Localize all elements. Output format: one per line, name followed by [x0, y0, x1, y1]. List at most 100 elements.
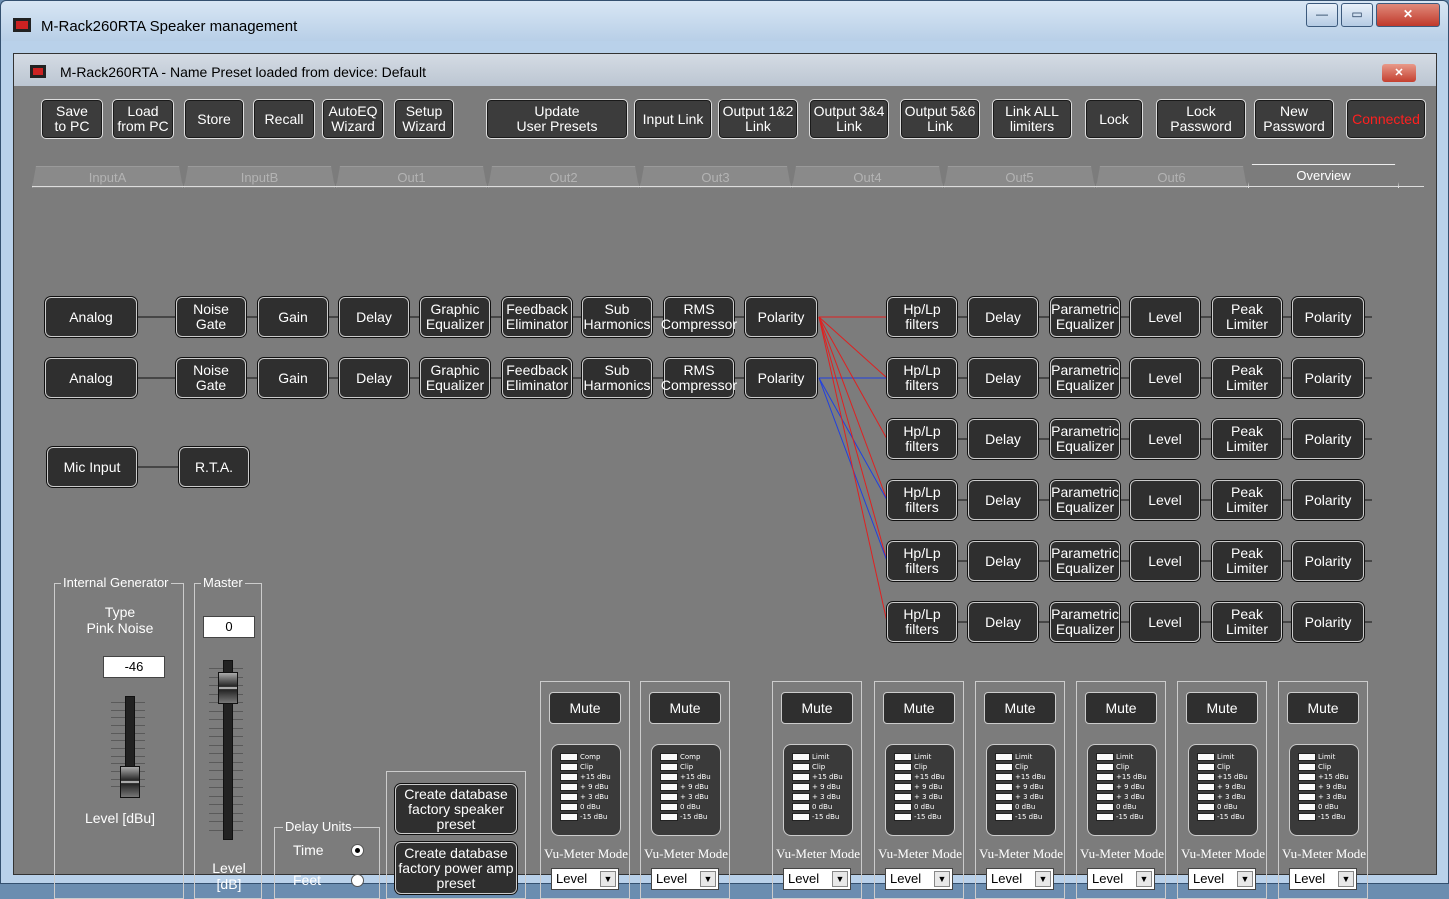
delay-units-time-radio[interactable]: [351, 844, 364, 857]
chevron-down-icon[interactable]: ▼: [1338, 871, 1354, 887]
vu-meter-mode-select[interactable]: Level ▼: [1087, 868, 1155, 890]
minimize-button[interactable]: —: [1306, 3, 1338, 27]
mic-input-source[interactable]: Mic Input: [47, 447, 137, 487]
output-1-block-5[interactable]: Polarity: [1292, 297, 1364, 337]
mute-button[interactable]: Mute: [1186, 692, 1258, 724]
master-level-value[interactable]: 0: [203, 616, 255, 638]
output-56-link-button[interactable]: Output 5&6 Link: [900, 99, 980, 139]
output-4-block-5[interactable]: Polarity: [1292, 480, 1364, 520]
output-2-block-4[interactable]: Peak Limiter: [1212, 358, 1282, 398]
output-3-block-1[interactable]: Delay: [968, 419, 1038, 459]
save-to-pc-button[interactable]: Save to PC: [41, 99, 103, 139]
output-4-block-2[interactable]: Parametric Equalizer: [1050, 480, 1120, 520]
input-b-block-2[interactable]: Delay: [339, 358, 409, 398]
generator-fader-knob[interactable]: [120, 766, 140, 798]
input-a-source[interactable]: Analog: [45, 297, 137, 337]
tab-inputa[interactable]: InputA: [32, 166, 183, 188]
output-2-block-5[interactable]: Polarity: [1292, 358, 1364, 398]
output-6-block-2[interactable]: Parametric Equalizer: [1050, 602, 1120, 642]
mute-button[interactable]: Mute: [1085, 692, 1157, 724]
generator-level-value[interactable]: -46: [103, 656, 165, 678]
input-b-block-3[interactable]: Graphic Equalizer: [420, 358, 490, 398]
output-34-link-button[interactable]: Output 3&4 Link: [809, 99, 889, 139]
lock-password-button[interactable]: Lock Password: [1156, 99, 1246, 139]
chevron-down-icon[interactable]: ▼: [600, 871, 616, 887]
output-6-block-0[interactable]: Hp/Lp filters: [887, 602, 957, 642]
close-button[interactable]: ✕: [1376, 3, 1440, 27]
chevron-down-icon[interactable]: ▼: [1035, 871, 1051, 887]
output-12-link-button[interactable]: Output 1&2 Link: [718, 99, 798, 139]
output-2-block-0[interactable]: Hp/Lp filters: [887, 358, 957, 398]
output-3-block-0[interactable]: Hp/Lp filters: [887, 419, 957, 459]
mute-button[interactable]: Mute: [649, 692, 721, 724]
inner-close-button[interactable]: ✕: [1382, 64, 1416, 82]
vu-meter-mode-select[interactable]: Level ▼: [551, 868, 619, 890]
mute-button[interactable]: Mute: [984, 692, 1056, 724]
update-user-presets-button[interactable]: Update User Presets: [486, 99, 628, 139]
output-1-block-4[interactable]: Peak Limiter: [1212, 297, 1282, 337]
vu-meter-mode-select[interactable]: Level ▼: [651, 868, 719, 890]
input-a-block-3[interactable]: Graphic Equalizer: [420, 297, 490, 337]
tab-out1[interactable]: Out1: [336, 166, 487, 188]
output-4-block-4[interactable]: Peak Limiter: [1212, 480, 1282, 520]
autoeq-wizard-button[interactable]: AutoEQ Wizard: [322, 99, 384, 139]
output-1-block-1[interactable]: Delay: [968, 297, 1038, 337]
mute-button[interactable]: Mute: [781, 692, 853, 724]
output-2-block-2[interactable]: Parametric Equalizer: [1050, 358, 1120, 398]
output-5-block-4[interactable]: Peak Limiter: [1212, 541, 1282, 581]
output-2-block-1[interactable]: Delay: [968, 358, 1038, 398]
input-b-block-6[interactable]: RMS Compressor: [661, 358, 737, 398]
output-1-block-0[interactable]: Hp/Lp filters: [887, 297, 957, 337]
vu-meter-mode-select[interactable]: Level ▼: [986, 868, 1054, 890]
delay-units-feet-radio[interactable]: [351, 874, 364, 887]
tab-inputb[interactable]: InputB: [184, 166, 335, 188]
tab-out5[interactable]: Out5: [944, 166, 1095, 188]
tab-out4[interactable]: Out4: [792, 166, 943, 188]
setup-wizard-button[interactable]: Setup Wizard: [394, 99, 454, 139]
output-1-block-3[interactable]: Level: [1130, 297, 1200, 337]
output-5-block-1[interactable]: Delay: [968, 541, 1038, 581]
tab-overview[interactable]: Overview: [1248, 164, 1399, 188]
lock-button[interactable]: Lock: [1085, 99, 1143, 139]
store-button[interactable]: Store: [184, 99, 244, 139]
output-2-block-3[interactable]: Level: [1130, 358, 1200, 398]
load-from-pc-button[interactable]: Load from PC: [112, 99, 174, 139]
link-all-limiters-button[interactable]: Link ALL limiters: [992, 99, 1072, 139]
input-b-source[interactable]: Analog: [45, 358, 137, 398]
output-5-block-0[interactable]: Hp/Lp filters: [887, 541, 957, 581]
output-6-block-3[interactable]: Level: [1130, 602, 1200, 642]
input-b-block-5[interactable]: Sub Harmonics: [582, 358, 652, 398]
input-link-button[interactable]: Input Link: [634, 99, 712, 139]
input-b-block-4[interactable]: Feedback Eliminator: [502, 358, 572, 398]
mute-button[interactable]: Mute: [549, 692, 621, 724]
recall-button[interactable]: Recall: [253, 99, 315, 139]
output-6-block-1[interactable]: Delay: [968, 602, 1038, 642]
output-3-block-4[interactable]: Peak Limiter: [1212, 419, 1282, 459]
vu-meter-mode-select[interactable]: Level ▼: [885, 868, 953, 890]
tab-out3[interactable]: Out3: [640, 166, 791, 188]
output-4-block-1[interactable]: Delay: [968, 480, 1038, 520]
output-4-block-3[interactable]: Level: [1130, 480, 1200, 520]
chevron-down-icon[interactable]: ▼: [1136, 871, 1152, 887]
chevron-down-icon[interactable]: ▼: [832, 871, 848, 887]
master-fader-knob[interactable]: [218, 672, 238, 704]
input-a-block-0[interactable]: Noise Gate: [176, 297, 246, 337]
output-5-block-3[interactable]: Level: [1130, 541, 1200, 581]
rta-button[interactable]: R.T.A.: [179, 447, 249, 487]
tab-out2[interactable]: Out2: [488, 166, 639, 188]
input-b-block-7[interactable]: Polarity: [745, 358, 817, 398]
output-5-block-5[interactable]: Polarity: [1292, 541, 1364, 581]
mute-button[interactable]: Mute: [1287, 692, 1359, 724]
vu-meter-mode-select[interactable]: Level ▼: [1188, 868, 1256, 890]
output-5-block-2[interactable]: Parametric Equalizer: [1050, 541, 1120, 581]
output-6-block-5[interactable]: Polarity: [1292, 602, 1364, 642]
vu-meter-mode-select[interactable]: Level ▼: [1289, 868, 1357, 890]
output-3-block-5[interactable]: Polarity: [1292, 419, 1364, 459]
input-b-block-0[interactable]: Noise Gate: [176, 358, 246, 398]
output-3-block-3[interactable]: Level: [1130, 419, 1200, 459]
create-poweramp-preset-button[interactable]: Create database factory power amp preset: [395, 842, 517, 894]
chevron-down-icon[interactable]: ▼: [700, 871, 716, 887]
mute-button[interactable]: Mute: [883, 692, 955, 724]
vu-meter-mode-select[interactable]: Level ▼: [783, 868, 851, 890]
new-password-button[interactable]: New Password: [1254, 99, 1334, 139]
